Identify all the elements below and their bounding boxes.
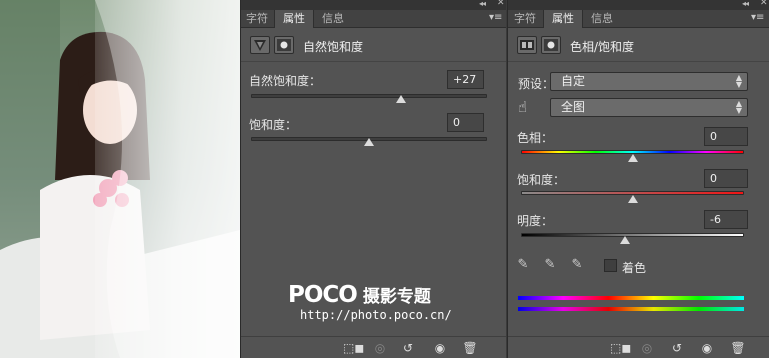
preset-dropdown[interactable]: 自定 ▲ ▼ <box>550 72 748 91</box>
vibrance-slider-track[interactable] <box>251 94 487 98</box>
lightness-value-field[interactable]: -6 <box>704 210 748 229</box>
tab-info[interactable]: 信息 <box>584 10 620 28</box>
trash-icon[interactable]: 🗑 <box>461 341 479 356</box>
vibrance-slider-thumb[interactable] <box>395 95 406 103</box>
adjustment-header: 自然饱和度 <box>241 28 506 62</box>
adjustment-title: 色相/饱和度 <box>570 40 635 54</box>
app-root: ◂◂ ✕ 字符 属性 信息 ▾≡ 自然饱和度 自然饱和度： +27 饱和度： 0… <box>0 0 769 358</box>
collapse-icon[interactable]: ◂◂ <box>742 0 749 8</box>
dropdown-arrows-icon: ▲ ▼ <box>735 99 742 115</box>
eyedropper-plus-icon[interactable]: ✎ <box>541 257 559 275</box>
panel-topbar: ◂◂ ✕ <box>241 0 506 10</box>
visibility-eye-icon[interactable]: ◉ <box>698 341 716 356</box>
colorize-label: 着色 <box>622 261 647 275</box>
visibility-eye-icon[interactable]: ◉ <box>431 341 449 356</box>
adjustment-title: 自然饱和度 <box>303 40 364 54</box>
watermark-subtitle: 摄影专题 <box>362 287 431 307</box>
saturation-label: 饱和度： <box>249 118 298 132</box>
hue-label: 色相： <box>517 131 554 145</box>
trash-icon[interactable]: 🗑 <box>729 341 747 356</box>
close-icon[interactable]: ✕ <box>760 0 767 8</box>
eyedropper-minus-icon[interactable]: ✎ <box>568 257 586 275</box>
clip-to-layer-icon[interactable]: ⬚◼ <box>343 341 364 356</box>
panel-topbar: ◂◂ ✕ <box>508 0 769 10</box>
view-previous-icon[interactable]: ◎ <box>371 341 389 356</box>
vibrance-triangle-icon <box>250 36 270 54</box>
preset-value: 自定 <box>561 74 586 88</box>
hue-slider-thumb[interactable] <box>627 154 638 162</box>
tab-character[interactable]: 字符 <box>241 10 273 28</box>
hue-value-field[interactable]: 0 <box>704 127 748 146</box>
reset-icon[interactable]: ↺ <box>668 341 686 356</box>
preset-label: 预设： <box>518 77 555 91</box>
view-previous-icon[interactable]: ◎ <box>638 341 656 356</box>
layer-mask-icon[interactable] <box>274 36 294 54</box>
close-icon[interactable]: ✕ <box>497 0 504 8</box>
adjustment-header: 色相/饱和度 <box>508 28 769 62</box>
targeted-adjustment-hand-icon[interactable]: ☝ <box>518 98 538 118</box>
lightness-slider-track[interactable] <box>521 233 744 237</box>
channel-dropdown[interactable]: 全图 ▲ ▼ <box>550 98 748 117</box>
eyedropper-icon[interactable]: ✎ <box>514 257 532 275</box>
colorize-checkbox[interactable] <box>604 259 617 272</box>
watermark-url: http://photo.poco.cn/ <box>300 308 452 322</box>
tab-properties[interactable]: 属性 <box>274 10 314 28</box>
result-color-bar <box>518 307 744 311</box>
panel-tabs: 字符 属性 信息 ▾≡ <box>508 10 769 28</box>
tab-character[interactable]: 字符 <box>508 10 542 28</box>
vibrance-value-field[interactable]: +27 <box>447 70 484 89</box>
panel-footer: ⬚◼ ◎ ↺ ◉ 🗑 <box>241 336 506 358</box>
layer-mask-icon[interactable] <box>541 36 561 54</box>
watermark-logo: POCO <box>288 282 358 308</box>
lightness-label: 明度： <box>517 214 554 228</box>
tab-properties[interactable]: 属性 <box>543 10 583 28</box>
panel-menu-icon[interactable]: ▾≡ <box>489 12 502 23</box>
saturation-slider-thumb[interactable] <box>364 138 374 146</box>
clip-to-layer-icon[interactable]: ⬚◼ <box>610 341 631 356</box>
saturation-slider-thumb[interactable] <box>627 195 638 203</box>
tab-info[interactable]: 信息 <box>315 10 351 28</box>
channel-value: 全图 <box>561 100 586 114</box>
vibrance-label: 自然饱和度： <box>249 74 322 88</box>
reset-icon[interactable]: ↺ <box>399 341 417 356</box>
photo-preview <box>0 0 240 358</box>
panel-menu-icon[interactable]: ▾≡ <box>751 12 764 23</box>
saturation-value-field[interactable]: 0 <box>447 113 484 132</box>
properties-panel-hue-saturation: ◂◂ ✕ 字符 属性 信息 ▾≡ 色相/饱和度 预设： 自定 ▲ ▼ ☝ 全图 ▲… <box>507 0 769 358</box>
saturation-value-field[interactable]: 0 <box>704 169 748 188</box>
hue-saturation-icon <box>517 36 537 54</box>
saturation-label: 饱和度： <box>517 173 566 187</box>
source-color-bar <box>518 296 744 300</box>
panel-footer: ⬚◼ ◎ ↺ ◉ 🗑 <box>508 336 769 358</box>
collapse-icon[interactable]: ◂◂ <box>479 0 486 8</box>
dropdown-arrows-icon: ▲ ▼ <box>735 73 742 89</box>
lightness-slider-thumb[interactable] <box>619 236 630 244</box>
watermark: POCO 摄影专题 http://photo.poco.cn/ <box>288 282 452 322</box>
panel-tabs: 字符 属性 信息 ▾≡ <box>241 10 506 28</box>
